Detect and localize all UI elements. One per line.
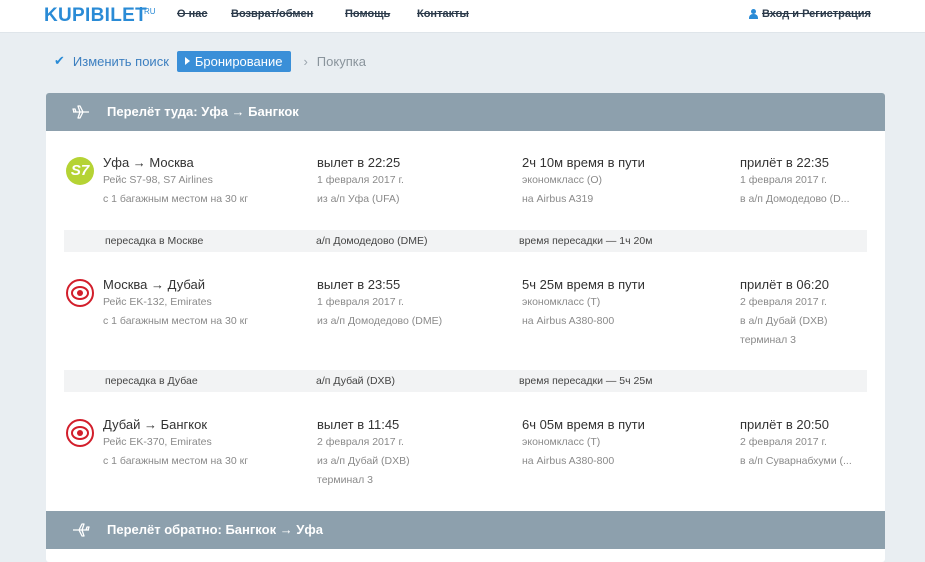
arrival-column: прилёт в 22:35 1 февраля 2017 г. в а/п Д… [740, 155, 850, 209]
arrive-time: прилёт в 22:35 [740, 155, 829, 170]
arrive-terminal: терминал 3 [740, 334, 796, 346]
flight-number: Рейс EK-370, Emirates [103, 436, 212, 448]
duration-column: 2ч 10м время в пути экономкласс (O) на A… [522, 155, 645, 209]
itinerary-card: Перелёт туда: Уфа → Бангкок S7 Уфа → Мос… [46, 93, 885, 562]
depart-date: 1 февраля 2017 г. [317, 174, 404, 186]
transfer-airport: а/п Дубай (DXB) [316, 375, 396, 387]
plane-icon [72, 105, 89, 119]
duration-column: 5ч 25м время в пути экономкласс (T) на A… [522, 277, 645, 331]
depart-airport: из а/п Домодедово (DME) [317, 315, 443, 327]
baggage: с 1 багажным местом на 30 кг [103, 193, 249, 205]
flight-number: Рейс EK-132, Emirates [103, 296, 212, 308]
return-header: Перелёт обратно: Бангкок → Уфа [46, 511, 885, 549]
nav-refund[interactable]: Возврат/обмен [231, 8, 313, 20]
top-header: KUPIBILET RU О нас Возврат/обмен Помощь … [0, 0, 925, 33]
route-column: Москва → Дубай Рейс EK-132, Emirates с 1… [103, 277, 248, 331]
arrival-column: прилёт в 20:50 2 февраля 2017 г. в а/п С… [740, 417, 852, 471]
route-column: Дубай → Бангкок Рейс EK-370, Emirates с … [103, 417, 248, 471]
route: Уфа → Москва [103, 155, 194, 170]
depart-date: 1 февраля 2017 г. [317, 296, 404, 308]
baggage: с 1 багажным местом на 30 кг [103, 455, 249, 467]
site-logo[interactable]: KUPIBILET [44, 5, 147, 27]
duration: 2ч 10м время в пути [522, 155, 645, 170]
return-title: Перелёт обратно: Бангкок → Уфа [107, 522, 323, 537]
logo-divider [140, 7, 142, 21]
transfer-city: пересадка в Москве [105, 235, 204, 247]
route: Дубай → Бангкок [103, 417, 208, 432]
step-booking-label: Бронирование [194, 53, 283, 69]
nav-about[interactable]: О нас [177, 8, 208, 20]
cabin-class: экономкласс (T) [522, 436, 601, 448]
aircraft: на Airbus A380-800 [522, 455, 615, 467]
outbound-title: Перелёт туда: Уфа → Бангкок [107, 104, 299, 119]
aircraft: на Airbus A380-800 [522, 315, 615, 327]
departure-column: вылет в 23:55 1 февраля 2017 г. из а/п Д… [317, 277, 442, 331]
transfer-time: время пересадки — 5ч 25м [519, 375, 653, 387]
arrive-airport: в а/п Домодедово (D... [740, 193, 850, 205]
arrival-column: прилёт в 06:20 2 февраля 2017 г. в а/п Д… [740, 277, 829, 350]
duration: 6ч 05м время в пути [522, 417, 645, 432]
duration-column: 6ч 05м время в пути экономкласс (T) на A… [522, 417, 645, 471]
arrive-time: прилёт в 20:50 [740, 417, 829, 432]
transfer-row: пересадка в Дубае а/п Дубай (DXB) время … [64, 370, 867, 392]
check-icon: ✔ [54, 53, 65, 68]
site-logo-suffix: RU [144, 7, 156, 16]
step-change-search[interactable]: Изменить поиск [73, 54, 169, 69]
arrive-date: 2 февраля 2017 г. [740, 296, 827, 308]
arrive-time: прилёт в 06:20 [740, 277, 829, 292]
cabin-class: экономкласс (T) [522, 296, 601, 308]
arrive-airport: в а/п Суварнабхуми (... [740, 455, 852, 467]
outbound-header: Перелёт туда: Уфа → Бангкок [46, 93, 885, 131]
transfer-time: время пересадки — 1ч 20м [519, 235, 653, 247]
transfer-airport: а/п Домодедово (DME) [316, 235, 428, 247]
step-purchase: Покупка [316, 53, 366, 69]
depart-airport: из а/п Дубай (DXB) [317, 455, 410, 467]
user-icon [749, 9, 758, 19]
login-link[interactable]: Вход и Регистрация [749, 8, 871, 20]
nav-help[interactable]: Помощь [345, 8, 390, 20]
login-label: Вход и Регистрация [762, 8, 871, 20]
booking-steps: ✔ Изменить поиск Бронирование › Покупка [54, 50, 366, 72]
s7-logo: S7 [66, 157, 94, 185]
arrive-date: 2 февраля 2017 г. [740, 436, 827, 448]
departure-column: вылет в 22:25 1 февраля 2017 г. из а/п У… [317, 155, 404, 209]
emirates-logo [66, 419, 94, 447]
plane-icon [73, 523, 90, 537]
depart-time: вылет в 23:55 [317, 277, 401, 292]
arrive-date: 1 февраля 2017 г. [740, 174, 827, 186]
duration: 5ч 25м время в пути [522, 277, 645, 292]
baggage: с 1 багажным местом на 30 кг [103, 315, 249, 327]
aircraft: на Airbus A319 [522, 193, 594, 205]
depart-time: вылет в 22:25 [317, 155, 401, 170]
arrive-airport: в а/п Дубай (DXB) [740, 315, 828, 327]
depart-time: вылет в 11:45 [317, 417, 400, 432]
depart-airport: из а/п Уфа (UFA) [317, 193, 400, 205]
departure-column: вылет в 11:45 2 февраля 2017 г. из а/п Д… [317, 417, 410, 490]
step-booking[interactable]: Бронирование [176, 50, 292, 72]
transfer-row: пересадка в Москве а/п Домодедово (DME) … [64, 230, 867, 252]
chevron-right-icon: › [303, 53, 308, 69]
cabin-class: экономкласс (O) [522, 174, 603, 186]
transfer-city: пересадка в Дубае [105, 375, 198, 387]
play-icon [184, 57, 190, 65]
nav-contacts[interactable]: Контакты [417, 8, 469, 20]
route: Москва → Дубай [103, 277, 205, 292]
route-column: Уфа → Москва Рейс S7-98, S7 Airlines с 1… [103, 155, 248, 209]
depart-date: 2 февраля 2017 г. [317, 436, 404, 448]
emirates-logo [66, 279, 94, 307]
flight-number: Рейс S7-98, S7 Airlines [103, 174, 213, 186]
depart-terminal: терминал 3 [317, 474, 373, 486]
